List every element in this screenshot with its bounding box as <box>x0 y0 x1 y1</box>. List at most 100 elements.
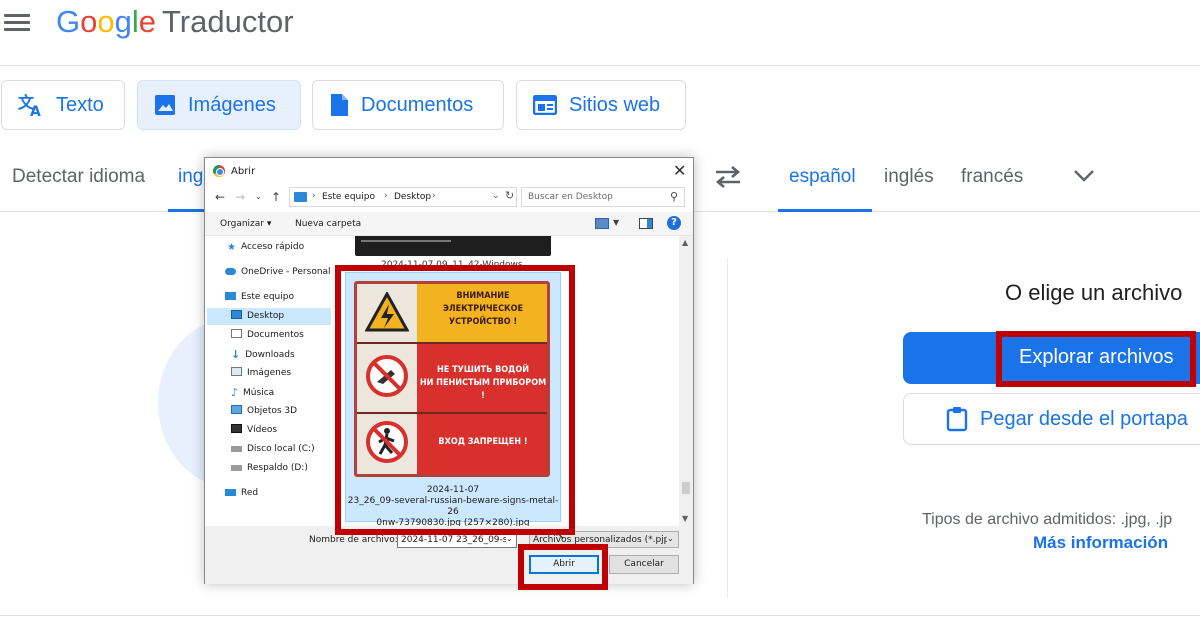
search-desktop-input[interactable]: Buscar en Desktop ⚲ <box>521 187 685 207</box>
logo-letter: o <box>97 4 115 39</box>
tab-documents[interactable]: Documentos <box>312 80 504 130</box>
tree-item-label: Respaldo (D:) <box>247 463 308 473</box>
file-thumbnail-partial[interactable] <box>355 236 551 256</box>
logo-letter: l <box>131 4 139 39</box>
tree-item-label: Música <box>243 388 275 398</box>
tree-item-label: Desktop <box>247 311 285 321</box>
tab-label: Sitios web <box>569 93 661 116</box>
tree-item-this-pc[interactable]: Este equipo <box>225 289 294 306</box>
logo-letter: o <box>80 4 98 39</box>
recent-dropdown-icon[interactable]: ⌄ <box>255 192 262 201</box>
new-folder-button[interactable]: Nueva carpeta <box>295 219 361 229</box>
target-lang-english[interactable]: inglés <box>884 166 934 188</box>
file-list-scrollbar[interactable]: ▲ ▼ <box>679 236 693 526</box>
dialog-title: Abrir <box>231 166 256 177</box>
scroll-down-icon[interactable]: ▼ <box>682 514 688 523</box>
view-options-icon[interactable] <box>595 218 609 229</box>
tree-item-label: Objetos 3D <box>247 406 298 416</box>
logo-letter: e <box>138 4 157 39</box>
paste-label: Pegar desde el portapa <box>980 408 1188 430</box>
address-dropdown-icon[interactable]: ⌄ <box>492 191 500 201</box>
more-info-link[interactable]: Más información <box>1033 533 1168 553</box>
up-arrow-icon[interactable]: ↑ <box>271 190 281 204</box>
tree-item-label: Documentos <box>247 330 304 340</box>
chrome-icon <box>213 165 225 177</box>
tree-item-label: Red <box>241 488 259 498</box>
logo-letter: g <box>114 4 132 39</box>
source-lang-detect[interactable]: Detectar idioma <box>12 166 145 188</box>
documents-folder-icon <box>231 329 242 338</box>
chevron-down-icon[interactable] <box>1072 168 1096 184</box>
tree-item-music[interactable]: ♪ Música <box>231 384 274 401</box>
drive-icon <box>231 465 242 471</box>
supported-file-types: Tipos de archivo admitidos: .jpg, .jp <box>922 511 1173 528</box>
source-lang-indicator <box>168 209 208 212</box>
translate-icon: 文 A <box>18 93 41 117</box>
tree-item-videos[interactable]: Vídeos <box>231 422 277 439</box>
help-icon[interactable]: ? <box>667 216 681 230</box>
tree-item-quick-access[interactable]: ★ Acceso rápido <box>227 239 304 256</box>
menu-icon[interactable] <box>4 10 32 34</box>
tree-item-desktop[interactable]: Desktop <box>207 308 331 325</box>
network-icon <box>225 489 236 496</box>
view-dropdown-icon[interactable]: ▼ <box>613 218 619 227</box>
organize-button[interactable]: Organizar ▾ <box>220 219 271 229</box>
svg-text:A: A <box>30 104 41 117</box>
navigation-pane: ★ Acceso rápido OneDrive - Personal Este … <box>205 236 333 526</box>
tree-item-pictures[interactable]: Imágenes <box>231 365 291 382</box>
back-arrow-icon[interactable]: ← <box>215 190 225 204</box>
tree-item-documents[interactable]: Documentos <box>231 327 304 344</box>
document-icon <box>331 94 348 116</box>
tree-item-network[interactable]: Red <box>225 485 258 502</box>
paste-from-clipboard-button[interactable]: Pegar desde el portapa <box>903 393 1200 445</box>
close-icon[interactable]: ✕ <box>673 161 686 180</box>
computer-icon <box>294 192 307 202</box>
drive-icon <box>231 446 242 452</box>
clipboard-icon <box>946 407 968 432</box>
forward-arrow-icon[interactable]: → <box>235 190 245 204</box>
dialog-navigation-bar: ← → ⌄ ↑ › Este equipo › Desktop › ⌄ ↻ Bu… <box>205 184 693 212</box>
target-lang-spanish[interactable]: español <box>789 166 856 188</box>
filetype-dropdown-icon[interactable]: ⌄ <box>667 534 677 543</box>
3d-objects-folder-icon <box>231 405 242 414</box>
preview-pane-icon[interactable] <box>639 218 653 229</box>
breadcrumb-this-pc[interactable]: Este equipo <box>322 192 375 202</box>
target-lang-indicator <box>778 209 872 212</box>
tab-label: Texto <box>56 93 104 116</box>
refresh-icon[interactable]: ↻ <box>505 189 514 202</box>
pictures-folder-icon <box>231 367 242 376</box>
tree-item-local-disk[interactable]: Disco local (C:) <box>231 441 315 458</box>
image-icon <box>155 95 175 115</box>
tree-item-onedrive[interactable]: OneDrive - Personal <box>225 264 331 281</box>
tab-websites[interactable]: Sitios web <box>516 80 686 130</box>
tree-item-label: OneDrive - Personal <box>241 267 331 277</box>
tree-item-label: Imágenes <box>247 368 292 378</box>
scroll-thumb[interactable] <box>682 482 690 494</box>
website-icon <box>533 95 557 115</box>
tree-item-label: Disco local (C:) <box>247 444 315 454</box>
scroll-up-icon[interactable]: ▲ <box>682 238 688 247</box>
breadcrumb-desktop[interactable]: Desktop <box>394 192 431 202</box>
source-lang-english[interactable]: ing <box>178 166 203 188</box>
desktop-folder-icon <box>231 310 242 319</box>
tree-item-label: Downloads <box>245 350 295 360</box>
filename-dropdown-icon[interactable]: ⌄ <box>506 534 516 543</box>
logo-letter: G <box>56 4 81 39</box>
address-bar[interactable]: › Este equipo › Desktop › ⌄ ↻ <box>289 187 517 207</box>
cancel-button[interactable]: Cancelar <box>609 555 679 574</box>
tree-item-backup-disk[interactable]: Respaldo (D:) <box>231 460 308 477</box>
tab-text[interactable]: 文 A Texto <box>1 80 125 130</box>
tree-item-3d-objects[interactable]: Objetos 3D <box>231 403 297 420</box>
highlight-selected-file-box <box>335 265 575 535</box>
swap-languages-icon[interactable] <box>712 164 744 190</box>
highlight-explore-box <box>996 331 1196 387</box>
target-lang-french[interactable]: francés <box>961 166 1023 188</box>
tab-images[interactable]: Imágenes <box>137 80 301 130</box>
dialog-toolbar: Organizar ▾ Nueva carpeta ▼ ? <box>205 212 693 236</box>
cloud-icon <box>225 268 236 275</box>
highlight-open-button-box <box>518 544 608 590</box>
music-folder-icon: ♪ <box>231 386 239 399</box>
tree-item-downloads[interactable]: ↓ Downloads <box>231 346 295 363</box>
google-translate-logo[interactable]: Google Traductor <box>56 4 294 40</box>
star-icon: ★ <box>227 242 236 253</box>
